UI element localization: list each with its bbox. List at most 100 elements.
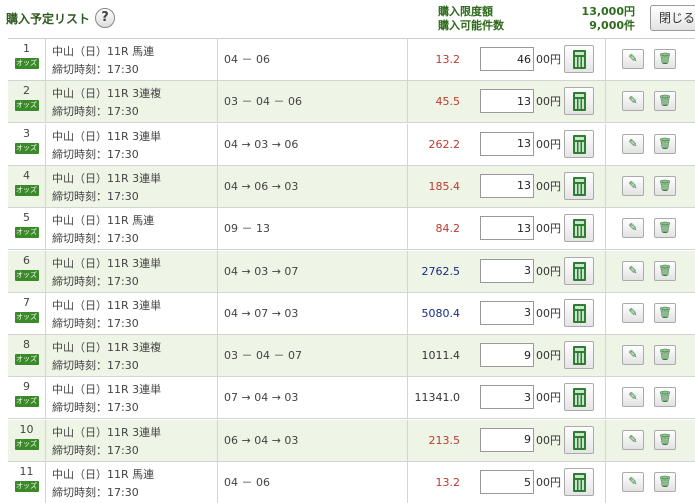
delete-button[interactable]: 🗑: [654, 429, 676, 450]
edit-button[interactable]: ✎: [622, 91, 644, 112]
delete-button[interactable]: 🗑: [654, 345, 676, 366]
delete-button[interactable]: 🗑: [654, 260, 676, 281]
race-info-cell: 中山（日）11R 馬連 締切時刻：17:30: [46, 39, 218, 80]
odds-badge[interactable]: オッズ: [14, 438, 39, 450]
amount-input[interactable]: [480, 427, 534, 452]
calculator-icon: [573, 261, 586, 281]
list-row: 3 オッズ 中山（日）11R 3連単 締切時刻：17:30 04 → 03 → …: [8, 123, 695, 166]
edit-icon: ✎: [628, 94, 638, 108]
help-icon[interactable]: ?: [95, 8, 115, 28]
delete-button[interactable]: 🗑: [654, 218, 676, 239]
amount-input[interactable]: [480, 89, 534, 114]
edit-button[interactable]: ✎: [622, 429, 644, 450]
odds-badge[interactable]: オッズ: [14, 227, 39, 239]
calculator-icon: [573, 134, 586, 154]
odds-badge[interactable]: オッズ: [14, 184, 39, 196]
combination: 09 － 13: [218, 208, 408, 250]
amount-input[interactable]: [480, 258, 534, 283]
trash-icon: 🗑: [658, 432, 672, 446]
amount-input[interactable]: [480, 173, 534, 198]
edit-button[interactable]: ✎: [622, 302, 644, 323]
odds-badge[interactable]: オッズ: [14, 396, 39, 408]
edit-icon: ✎: [628, 178, 638, 192]
calculator-button[interactable]: [564, 214, 594, 243]
race-name: 中山（日）11R 3連単: [52, 129, 162, 143]
amount-unit: 00円: [536, 306, 561, 320]
calculator-button[interactable]: [564, 341, 594, 370]
purchase-count-label: 購入可能件数: [438, 19, 504, 32]
race-info-cell: 中山（日）11R 馬連 締切時刻：17:30: [46, 208, 218, 250]
amount-input[interactable]: [480, 343, 534, 368]
list-row: 11 オッズ 中山（日）11R 馬連 締切時刻：17:30 04 － 06 13…: [8, 462, 695, 503]
amount-unit: 00円: [536, 137, 561, 151]
amount-cell: 00円: [468, 335, 606, 377]
amount-cell: 00円: [468, 292, 606, 334]
edit-button[interactable]: ✎: [622, 49, 644, 69]
row-number-cell: 2 オッズ: [8, 81, 46, 123]
amount-input[interactable]: [480, 131, 534, 156]
edit-button[interactable]: ✎: [622, 133, 644, 154]
delete-button[interactable]: 🗑: [654, 302, 676, 323]
delete-button[interactable]: 🗑: [654, 387, 676, 408]
purchase-list: 1 オッズ 中山（日）11R 馬連 締切時刻：17:30 04 － 06 13.…: [8, 38, 695, 503]
odds-badge[interactable]: オッズ: [14, 311, 39, 323]
amount-input[interactable]: [480, 385, 534, 410]
calculator-icon: [573, 388, 586, 408]
close-button[interactable]: 閉じる: [650, 5, 695, 31]
calculator-button[interactable]: [564, 129, 594, 158]
delete-button[interactable]: 🗑: [654, 49, 676, 69]
calculator-icon: [573, 430, 586, 450]
row-number-cell: 3 オッズ: [8, 123, 46, 165]
calculator-button[interactable]: [564, 256, 594, 285]
list-row: 1 オッズ 中山（日）11R 馬連 締切時刻：17:30 04 － 06 13.…: [8, 39, 695, 81]
row-number-cell: 4 オッズ: [8, 165, 46, 207]
race-name: 中山（日）11R 3連単: [52, 425, 162, 439]
deadline-time: 締切時刻：17:30: [52, 105, 139, 119]
calculator-button[interactable]: [564, 45, 594, 73]
edit-button[interactable]: ✎: [622, 387, 644, 408]
odds-value: 13.2: [435, 476, 461, 489]
odds-badge[interactable]: オッズ: [14, 481, 39, 492]
calculator-button[interactable]: [564, 425, 594, 454]
calculator-button[interactable]: [564, 298, 594, 327]
calculator-button[interactable]: [564, 383, 594, 412]
odds-badge[interactable]: オッズ: [14, 58, 39, 69]
odds-badge[interactable]: オッズ: [14, 354, 39, 366]
delete-button[interactable]: 🗑: [654, 175, 676, 196]
edit-button[interactable]: ✎: [622, 260, 644, 281]
delete-button[interactable]: 🗑: [654, 91, 676, 112]
odds-badge[interactable]: オッズ: [14, 269, 39, 281]
calculator-button[interactable]: [564, 468, 594, 496]
calculator-icon: [573, 50, 586, 69]
delete-button[interactable]: 🗑: [654, 472, 676, 492]
race-info-cell: 中山（日）11R 3連複 締切時刻：17:30: [46, 81, 218, 123]
amount-input[interactable]: [480, 300, 534, 325]
calculator-icon: [573, 219, 586, 239]
trash-icon: 🗑: [658, 52, 672, 65]
edit-button[interactable]: ✎: [622, 472, 644, 492]
amount-cell: 00円: [468, 419, 606, 461]
amount-input[interactable]: [480, 216, 534, 241]
calculator-button[interactable]: [564, 87, 594, 116]
odds-badge[interactable]: オッズ: [14, 142, 39, 154]
purchase-count-value: 9,000件: [589, 19, 635, 32]
odds-badge[interactable]: オッズ: [14, 100, 39, 112]
delete-button[interactable]: 🗑: [654, 133, 676, 154]
race-name: 中山（日）11R 3連単: [52, 298, 162, 312]
row-number: 5: [23, 211, 30, 225]
calculator-button[interactable]: [564, 171, 594, 200]
race-name: 中山（日）11R 馬連: [52, 214, 155, 228]
amount-input[interactable]: [480, 47, 534, 71]
amount-unit: 00円: [536, 349, 561, 363]
edit-icon: ✎: [628, 390, 638, 404]
deadline-time: 締切時刻：17:30: [52, 147, 139, 161]
trash-icon: 🗑: [658, 221, 672, 235]
race-name: 中山（日）11R 3連複: [52, 341, 162, 355]
row-number-cell: 1 オッズ: [8, 39, 46, 80]
amount-input[interactable]: [480, 470, 534, 494]
edit-button[interactable]: ✎: [622, 345, 644, 366]
edit-button[interactable]: ✎: [622, 175, 644, 196]
list-row: 9 オッズ 中山（日）11R 3連単 締切時刻：17:30 07 → 04 → …: [8, 377, 695, 420]
race-info-cell: 中山（日）11R 馬連 締切時刻：17:30: [46, 462, 218, 503]
edit-button[interactable]: ✎: [622, 218, 644, 239]
